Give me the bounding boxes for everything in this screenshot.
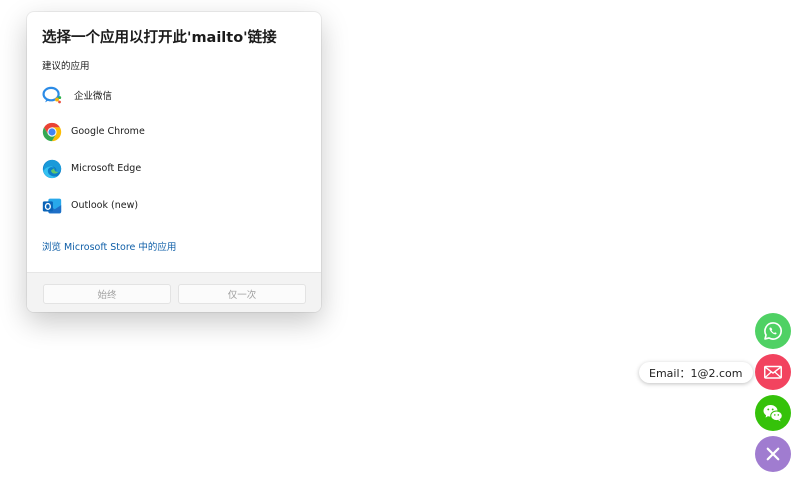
app-item-wecom[interactable]: 企业微信 — [27, 76, 321, 113]
whatsapp-icon — [764, 322, 782, 340]
app-label: Microsoft Edge — [71, 163, 142, 174]
edge-icon — [41, 158, 63, 180]
always-button[interactable]: 始终 — [43, 284, 171, 304]
wecom-icon — [41, 84, 63, 106]
dialog-footer: 始终 仅一次 — [27, 272, 321, 312]
email-icon — [764, 365, 782, 379]
whatsapp-button[interactable] — [755, 313, 791, 349]
outlook-icon — [41, 195, 63, 217]
screen: 选择一个应用以打开此'mailto'链接 建议的应用 企业微信 Google C… — [0, 0, 800, 484]
app-label: Google Chrome — [71, 126, 145, 137]
chrome-icon — [41, 121, 63, 143]
email-button[interactable] — [755, 354, 791, 390]
app-item-outlook[interactable]: Outlook (new) — [27, 187, 321, 224]
close-icon — [766, 447, 780, 461]
app-label: 企业微信 — [74, 90, 113, 102]
wechat-button[interactable] — [755, 395, 791, 431]
app-item-edge[interactable]: Microsoft Edge — [27, 150, 321, 187]
app-list: 企业微信 Google Chrome Microsoft Edge Outloo… — [27, 76, 321, 224]
just-once-button[interactable]: 仅一次 — [178, 284, 306, 304]
wechat-icon — [763, 405, 783, 422]
app-item-chrome[interactable]: Google Chrome — [27, 113, 321, 150]
open-with-dialog: 选择一个应用以打开此'mailto'链接 建议的应用 企业微信 Google C… — [27, 12, 321, 312]
suggested-apps-label: 建议的应用 — [42, 61, 90, 72]
close-button[interactable] — [755, 436, 791, 472]
app-label: Outlook (new) — [71, 200, 139, 211]
dialog-title: 选择一个应用以打开此'mailto'链接 — [42, 30, 277, 46]
email-tooltip: Email：1@2.com — [639, 362, 753, 383]
browse-store-link[interactable]: 浏览 Microsoft Store 中的应用 — [42, 239, 176, 253]
